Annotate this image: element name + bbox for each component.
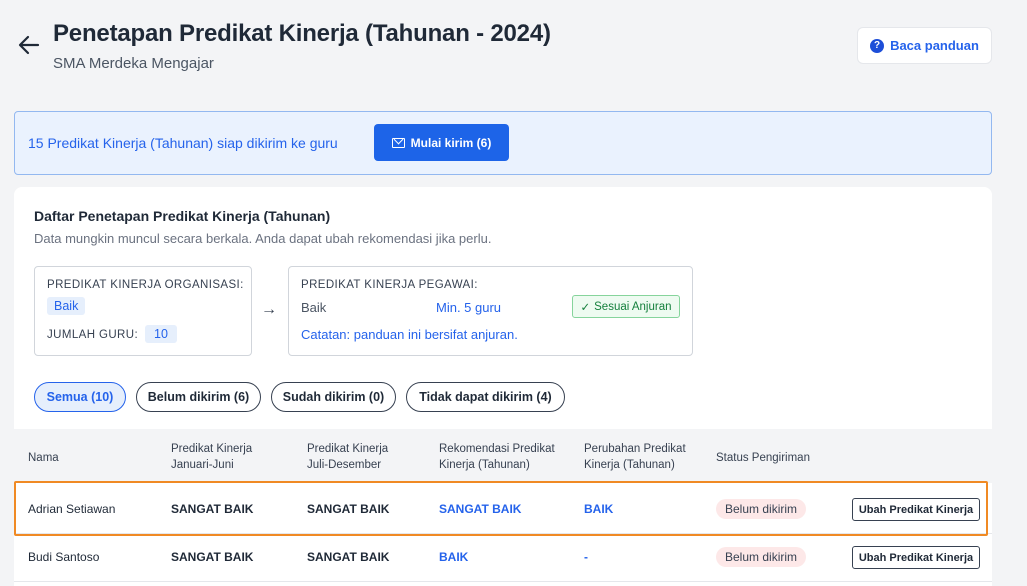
start-send-button[interactable]: Mulai kirim (6) bbox=[374, 124, 509, 161]
page-title: Penetapan Predikat Kinerja (Tahunan - 20… bbox=[53, 20, 551, 47]
row-jan-jun: SANGAT BAIK bbox=[171, 550, 254, 564]
row-change: - bbox=[584, 550, 588, 564]
org-performance-value: Baik bbox=[47, 297, 86, 315]
recommended-badge-label: Sesuai Anjuran bbox=[594, 300, 672, 313]
row-jan-jun: SANGAT BAIK bbox=[171, 502, 254, 516]
column-header-jan-jun: Predikat Kinerja Januari-Juni bbox=[171, 443, 253, 471]
employee-performance-box: PREDIKAT KINERJA PEGAWAI: Baik Min. 5 gu… bbox=[288, 266, 693, 356]
filter-sent-label: Sudah dikirim (0) bbox=[282, 390, 385, 404]
row-jul-des: SANGAT BAIK bbox=[307, 550, 390, 564]
status-badge: Belum dikirim bbox=[716, 499, 807, 519]
row-name: Budi Santoso bbox=[28, 550, 100, 564]
row-jul-des: SANGAT BAIK bbox=[307, 502, 390, 516]
row-name: Adrian Setiawan bbox=[28, 502, 116, 516]
page-header: Penetapan Predikat Kinerja (Tahunan - 20… bbox=[0, 0, 1027, 100]
teacher-count-label: JUMLAH GURU: bbox=[47, 329, 139, 341]
filter-all[interactable]: Semua (10) bbox=[34, 382, 126, 412]
column-header-status: Status Pengiriman bbox=[716, 452, 810, 464]
org-performance-label: PREDIKAT KINERJA ORGANISASI: bbox=[47, 279, 244, 291]
employee-performance-label: PREDIKAT KINERJA PEGAWAI: bbox=[301, 279, 478, 291]
table-header: Nama Predikat Kinerja Januari-Juni Predik… bbox=[14, 429, 992, 483]
filter-not-sent-label: Belum dikirim (6) bbox=[147, 390, 250, 404]
edit-performance-button[interactable]: Ubah Predikat Kinerja bbox=[852, 546, 980, 569]
mail-icon bbox=[391, 137, 405, 148]
filter-sent[interactable]: Sudah dikirim (0) bbox=[271, 382, 396, 412]
column-header-jul-des: Predikat Kinerja Juli-Desember bbox=[307, 443, 389, 471]
edit-performance-button[interactable]: Ubah Predikat Kinerja bbox=[852, 498, 980, 521]
filter-cannot-send-label: Tidak dapat dikirim (4) bbox=[419, 390, 552, 404]
column-header-change: Perubahan Predikat Kinerja (Tahunan) bbox=[584, 443, 686, 471]
employee-performance-value: Baik bbox=[301, 300, 327, 315]
teacher-count-value: 10 bbox=[145, 325, 177, 343]
arrow-right-icon: → bbox=[261, 301, 277, 318]
banner-text: 15 Predikat Kinerja (Tahunan) siap dikir… bbox=[28, 135, 338, 151]
guidance-note: Catatan: panduan ini bersifat anjuran. bbox=[301, 327, 518, 342]
row-recommendation: SANGAT BAIK bbox=[439, 502, 522, 516]
filter-all-label: Semua (10) bbox=[46, 390, 114, 404]
status-badge: Belum dikirim bbox=[716, 547, 807, 567]
read-guide-label: Baca panduan bbox=[890, 38, 979, 53]
question-circle-icon: ? bbox=[870, 38, 885, 53]
row-recommendation: BAIK bbox=[439, 550, 469, 564]
read-guide-button[interactable]: ? Baca panduan bbox=[857, 27, 992, 64]
table-row: Adrian Setiawan SANGAT BAIK SANGAT BAIK … bbox=[14, 486, 992, 534]
card-title: Daftar Penetapan Predikat Kinerja (Tahun… bbox=[34, 208, 331, 224]
row-change: BAIK bbox=[584, 502, 614, 516]
performance-list-card: Daftar Penetapan Predikat Kinerja (Tahun… bbox=[14, 187, 992, 586]
check-icon: ✓ bbox=[580, 301, 591, 314]
filter-cannot-send[interactable]: Tidak dapat dikirim (4) bbox=[406, 382, 565, 412]
page-subtitle: SMA Merdeka Mengajar bbox=[53, 55, 214, 72]
filter-not-sent[interactable]: Belum dikirim (6) bbox=[136, 382, 261, 412]
column-header-recommendation: Rekomendasi Predikat Kinerja (Tahunan) bbox=[439, 443, 555, 471]
minimum-teachers: Min. 5 guru bbox=[436, 300, 502, 315]
recommended-badge: ✓ Sesuai Anjuran bbox=[572, 295, 680, 318]
start-send-label: Mulai kirim (6) bbox=[410, 135, 492, 150]
org-performance-box: PREDIKAT KINERJA ORGANISASI: Baik JUMLAH… bbox=[34, 266, 252, 356]
column-header-name: Nama bbox=[28, 452, 59, 464]
table-row: Budi Santoso SANGAT BAIK SANGAT BAIK BAI… bbox=[14, 534, 992, 582]
ready-to-send-banner: 15 Predikat Kinerja (Tahunan) siap dikir… bbox=[14, 111, 992, 175]
arrow-left-icon[interactable] bbox=[16, 32, 42, 58]
card-description: Data mungkin muncul secara berkala. Anda… bbox=[34, 231, 492, 246]
